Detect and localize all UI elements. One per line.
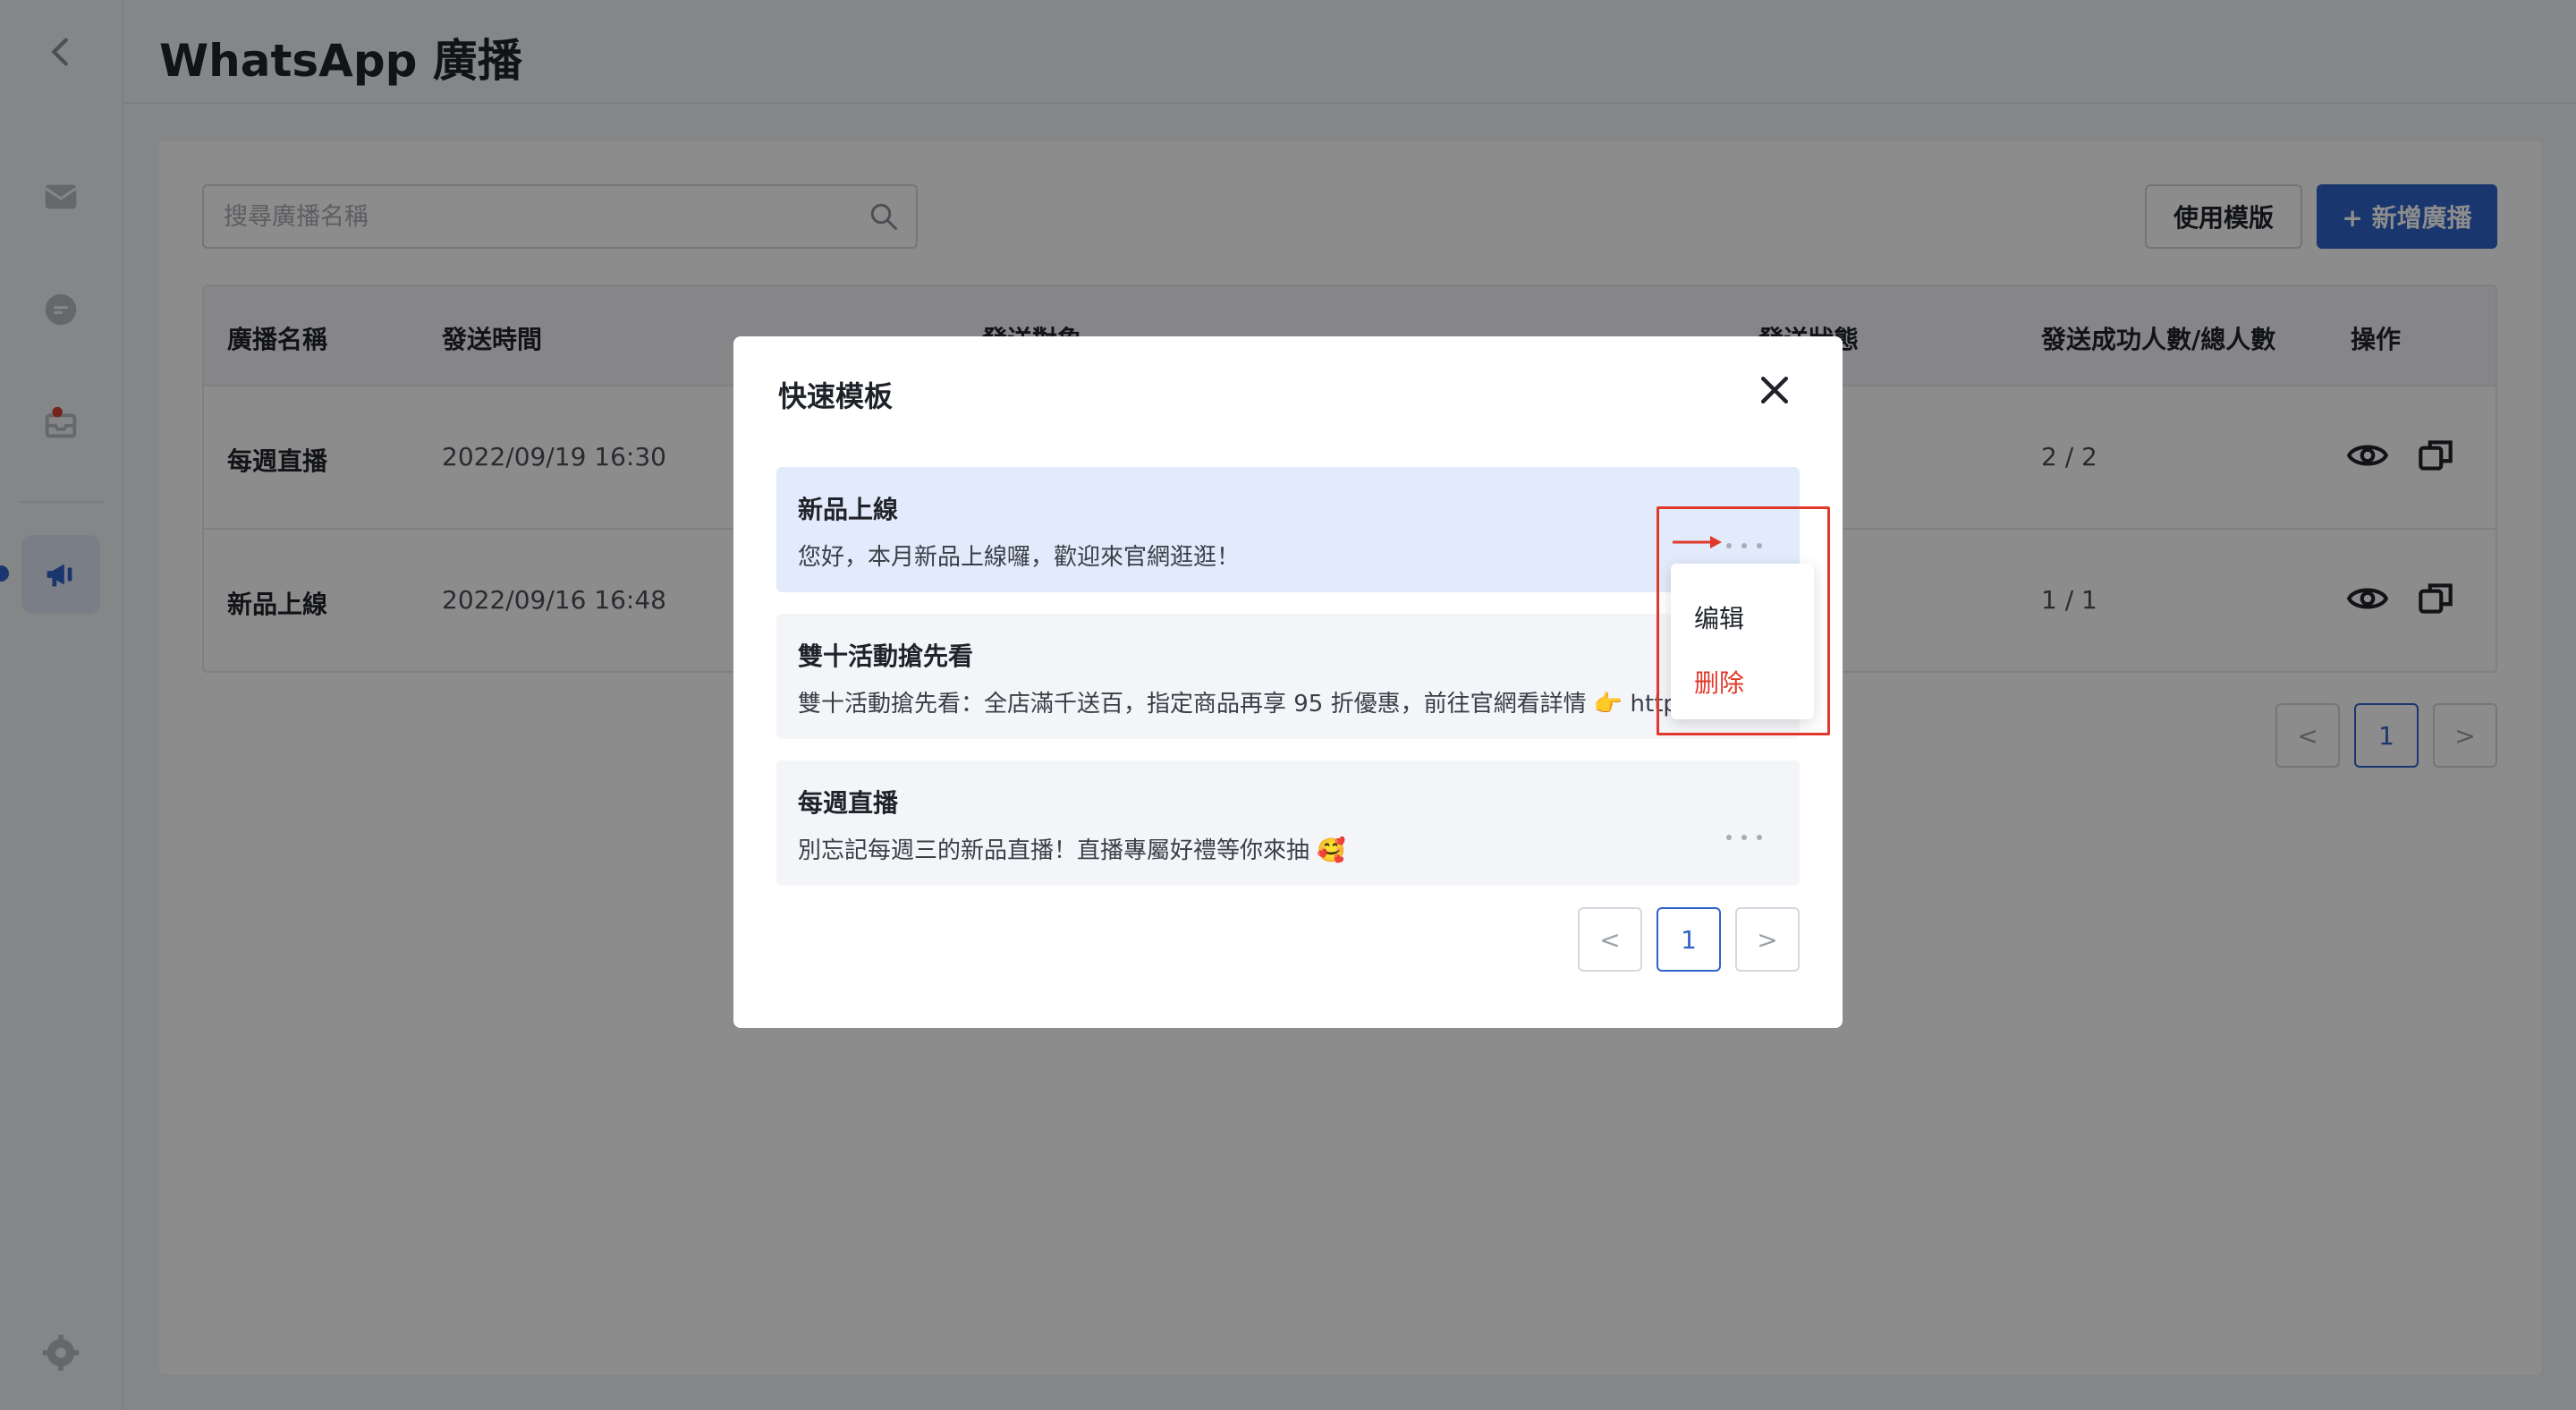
close-icon[interactable] <box>1755 370 1794 410</box>
template-body: 雙十活動搶先看：全店滿千送百，指定商品再享 95 折優惠，前往官網看詳情 👉 h… <box>798 691 1674 718</box>
quick-template-modal: 快速模板 新品上線 您好，本月新品上線囉，歡迎來官網逛逛！ 雙十活動搶先看 雙十… <box>733 336 1843 1028</box>
template-item[interactable]: 新品上線 您好，本月新品上線囉，歡迎來官網逛逛！ <box>776 467 1800 592</box>
template-item[interactable]: 每週直播 別忘記每週三的新品直播！直播專屬好禮等你來抽 🥰 <box>776 760 1800 886</box>
more-options-button[interactable] <box>1726 828 1762 846</box>
modal-page-number[interactable]: 1 <box>1657 907 1721 972</box>
template-body: 您好，本月新品上線囉，歡迎來官網逛逛！ <box>798 544 1241 571</box>
modal-prev-page-button[interactable]: < <box>1578 907 1642 972</box>
template-name: 新品上線 <box>798 495 899 524</box>
template-body: 別忘記每週三的新品直播！直播專屬好禮等你來抽 🥰 <box>798 837 1346 864</box>
modal-next-page-button[interactable]: > <box>1735 907 1800 972</box>
template-name: 每週直播 <box>798 788 899 818</box>
template-name: 雙十活動搶先看 <box>798 641 974 671</box>
template-item[interactable]: 雙十活動搶先看 雙十活動搶先看：全店滿千送百，指定商品再享 95 折優惠，前往官… <box>776 614 1800 739</box>
annotation-arrow-icon <box>1673 536 1722 548</box>
modal-title: 快速模板 <box>778 379 894 413</box>
